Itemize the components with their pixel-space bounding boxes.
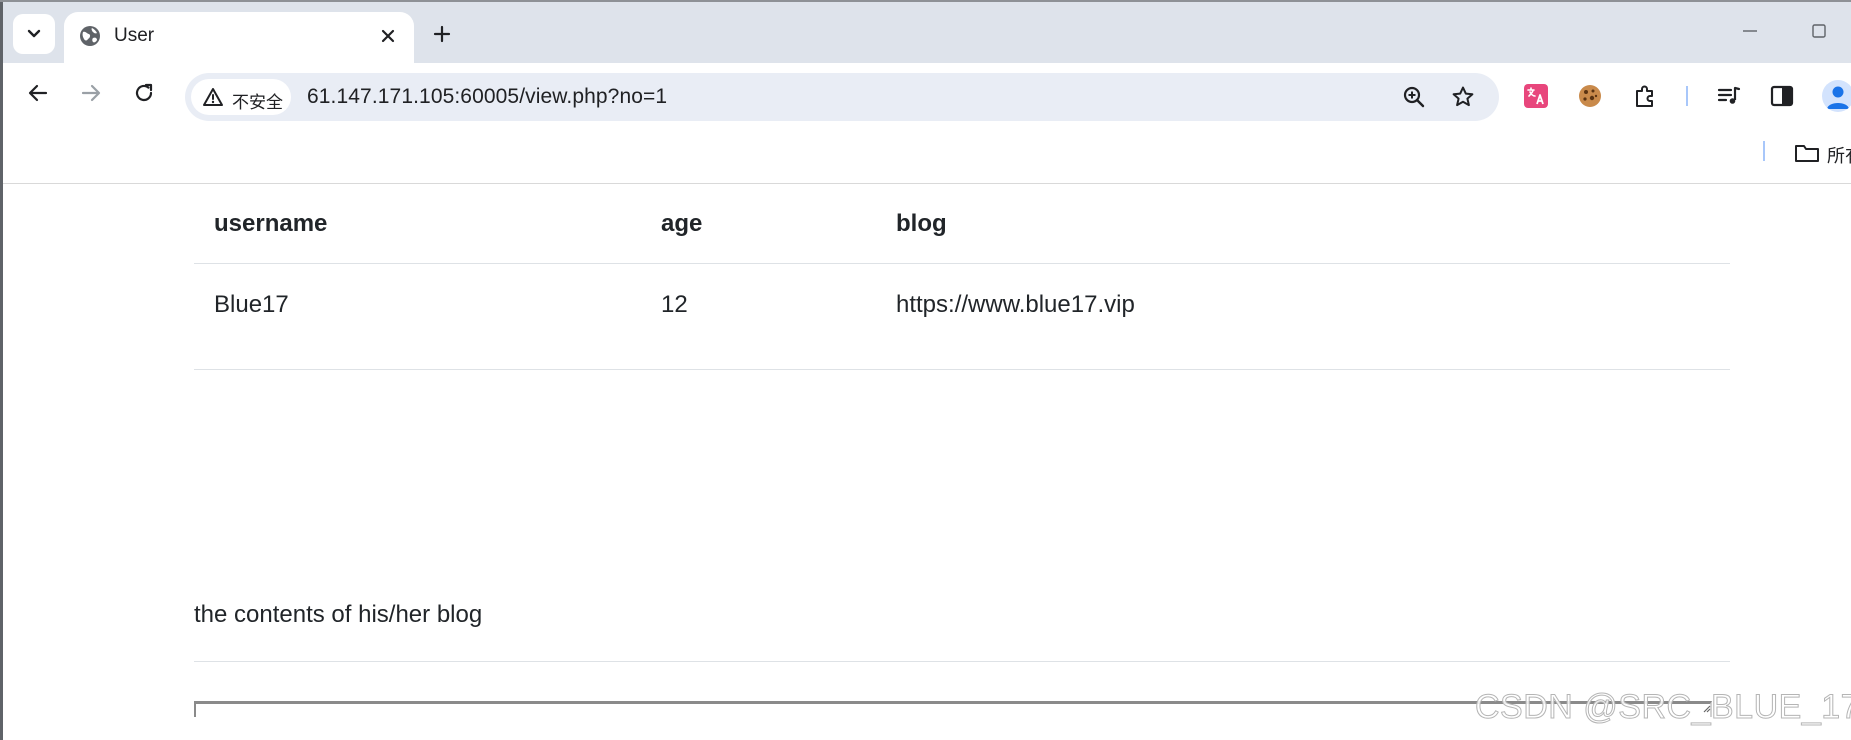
tab-search-button[interactable] [13, 14, 55, 54]
star-icon [1452, 86, 1474, 107]
column-header-age: age [661, 210, 703, 237]
bookmark-star-button[interactable] [1450, 84, 1476, 110]
page-content: username age blog Blue17 12 https://www.… [3, 184, 1851, 740]
address-bar[interactable]: 不安全 61.147.171.105:60005/view.php?no=1 [185, 73, 1499, 121]
table-row: Blue17 12 https://www.blue17.vip [194, 264, 1730, 370]
reload-button[interactable] [127, 76, 161, 110]
profile-button[interactable] [1822, 80, 1851, 112]
warning-icon [203, 88, 223, 106]
url-text[interactable]: 61.147.171.105:60005/view.php?no=1 [307, 85, 667, 109]
new-tab-button[interactable] [425, 17, 459, 51]
minimize-icon [1743, 30, 1757, 32]
table-header-row: username age blog [194, 184, 1730, 264]
side-panel-icon [1770, 85, 1794, 107]
minimize-button[interactable] [1737, 18, 1763, 44]
tab-close-button[interactable] [375, 23, 401, 49]
zoom-button[interactable] [1401, 84, 1427, 110]
maximize-button[interactable] [1806, 18, 1832, 44]
cell-age: 12 [661, 291, 688, 318]
browser-toolbar: 不安全 61.147.171.105:60005/view.php?no=1 [3, 63, 1851, 123]
all-bookmarks-label[interactable]: 所有 [1827, 142, 1851, 168]
cell-username: Blue17 [214, 291, 289, 318]
puzzle-icon [1636, 85, 1653, 107]
reload-icon [135, 83, 153, 102]
translate-icon [1524, 84, 1548, 108]
bookmarks-separator [1763, 141, 1765, 161]
globe-icon [80, 26, 100, 46]
plus-icon [433, 25, 451, 43]
toolbar-separator [1686, 86, 1688, 106]
cookie-icon [1579, 85, 1601, 107]
blog-contents-heading: the contents of his/her blog [194, 601, 483, 628]
close-icon [381, 29, 395, 43]
tab-strip: User [3, 2, 1851, 63]
side-panel-button[interactable] [1768, 82, 1796, 110]
maximize-icon [1812, 24, 1826, 38]
person-icon [1827, 86, 1849, 109]
cookie-extension-button[interactable] [1576, 82, 1604, 110]
watermark: CSDN @SRC_BLUE_17 [1474, 688, 1851, 727]
tab-title: User [114, 25, 155, 46]
music-queue-icon [1717, 86, 1741, 104]
site-security-chip[interactable]: 不安全 [191, 79, 291, 115]
column-header-blog: blog [896, 210, 947, 237]
divider [194, 661, 1730, 662]
zoom-in-icon [1403, 86, 1425, 108]
extensions-button[interactable] [1631, 82, 1659, 110]
active-tab[interactable]: User [64, 12, 414, 63]
chevron-down-icon [27, 29, 41, 38]
back-button[interactable] [21, 76, 55, 110]
security-label: 不安全 [232, 93, 283, 112]
translate-extension-button[interactable] [1522, 82, 1550, 110]
bookmarks-bar: 所有 [3, 123, 1851, 184]
folder-icon[interactable] [1793, 141, 1821, 165]
arrow-right-icon [81, 84, 101, 102]
media-control-button[interactable] [1715, 82, 1743, 110]
cell-blog: https://www.blue17.vip [896, 291, 1135, 318]
forward-button[interactable] [74, 76, 108, 110]
column-header-username: username [214, 210, 328, 237]
user-table: username age blog Blue17 12 https://www.… [194, 184, 1730, 370]
arrow-left-icon [28, 84, 48, 102]
